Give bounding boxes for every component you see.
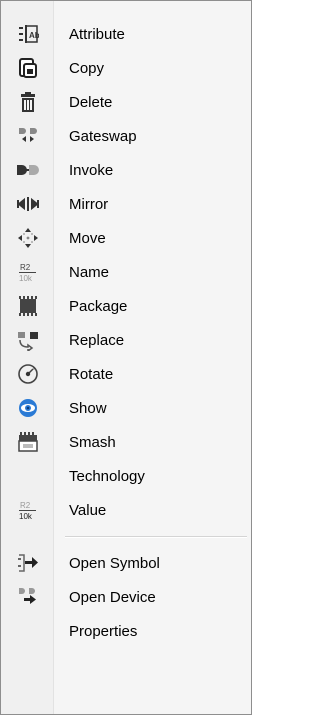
menu-item-smash[interactable]: Smash bbox=[3, 425, 249, 459]
menu-item-label: Properties bbox=[69, 622, 138, 640]
smash-icon bbox=[3, 425, 53, 459]
menu-separator bbox=[65, 536, 247, 538]
menu-item-mirror[interactable]: Mirror bbox=[3, 187, 249, 221]
name-icon: R2 10k bbox=[3, 255, 53, 289]
menu-item-label: Gateswap bbox=[69, 127, 137, 145]
value-icon-text-top: R2 bbox=[20, 501, 31, 510]
svg-text:Ab: Ab bbox=[29, 31, 39, 40]
technology-icon-blank bbox=[3, 459, 53, 493]
value-icon-text-bottom: 10k bbox=[19, 512, 33, 521]
menu-item-technology[interactable]: Technology bbox=[3, 459, 249, 493]
properties-icon-blank bbox=[3, 614, 53, 648]
menu-item-label: Invoke bbox=[69, 161, 114, 179]
menu-item-name[interactable]: R2 10k Name bbox=[3, 255, 249, 289]
menu-item-label: Name bbox=[69, 263, 110, 281]
invoke-icon bbox=[3, 153, 53, 187]
menu-item-delete[interactable]: Delete bbox=[3, 85, 249, 119]
menu-item-gateswap[interactable]: Gateswap bbox=[3, 119, 249, 153]
menu-item-value[interactable]: R2 10k Value bbox=[3, 493, 249, 527]
rotate-icon bbox=[3, 357, 53, 391]
menu-item-invoke[interactable]: Invoke bbox=[3, 153, 249, 187]
menu-item-label: Rotate bbox=[69, 365, 114, 383]
package-icon bbox=[3, 289, 53, 323]
mirror-icon bbox=[3, 187, 53, 221]
menu-item-label: Replace bbox=[69, 331, 125, 349]
delete-icon bbox=[3, 85, 53, 119]
menu-item-label: Package bbox=[69, 297, 128, 315]
menu-item-label: Open Device bbox=[69, 588, 156, 606]
menu-item-label: Value bbox=[69, 501, 107, 519]
gateswap-icon bbox=[3, 119, 53, 153]
menu-item-open-device[interactable]: Open Device bbox=[3, 580, 249, 614]
menu-item-move[interactable]: Move bbox=[3, 221, 249, 255]
menu-item-package[interactable]: Package bbox=[3, 289, 249, 323]
menu-item-properties[interactable]: Properties bbox=[3, 614, 249, 648]
menu-item-label: Mirror bbox=[69, 195, 109, 213]
menu-item-copy[interactable]: Copy bbox=[3, 51, 249, 85]
open-device-icon bbox=[3, 580, 53, 614]
name-icon-text-bottom: 10k bbox=[19, 274, 33, 283]
menu-item-label: Open Symbol bbox=[69, 554, 160, 572]
menu-item-open-symbol[interactable]: Open Symbol bbox=[3, 546, 249, 580]
menu-item-label: Attribute bbox=[69, 25, 125, 43]
menu-item-label: Copy bbox=[69, 59, 105, 77]
menu-item-label: Move bbox=[69, 229, 106, 247]
context-menu: Ab Attribute Copy Delete Gateswap Invoke… bbox=[0, 0, 252, 715]
menu-item-replace[interactable]: Replace bbox=[3, 323, 249, 357]
attribute-icon: Ab bbox=[3, 17, 53, 51]
menu-item-label: Delete bbox=[69, 93, 113, 111]
open-symbol-icon bbox=[3, 546, 53, 580]
replace-icon bbox=[3, 323, 53, 357]
menu-item-label: Smash bbox=[69, 433, 116, 451]
move-icon bbox=[3, 221, 53, 255]
name-icon-text-top: R2 bbox=[20, 263, 31, 272]
menu-item-rotate[interactable]: Rotate bbox=[3, 357, 249, 391]
copy-icon bbox=[3, 51, 53, 85]
value-icon: R2 10k bbox=[3, 493, 53, 527]
menu-item-label: Technology bbox=[69, 467, 145, 485]
show-icon bbox=[3, 391, 53, 425]
menu-item-show[interactable]: Show bbox=[3, 391, 249, 425]
menu-item-attribute[interactable]: Ab Attribute bbox=[3, 17, 249, 51]
menu-item-label: Show bbox=[69, 399, 107, 417]
